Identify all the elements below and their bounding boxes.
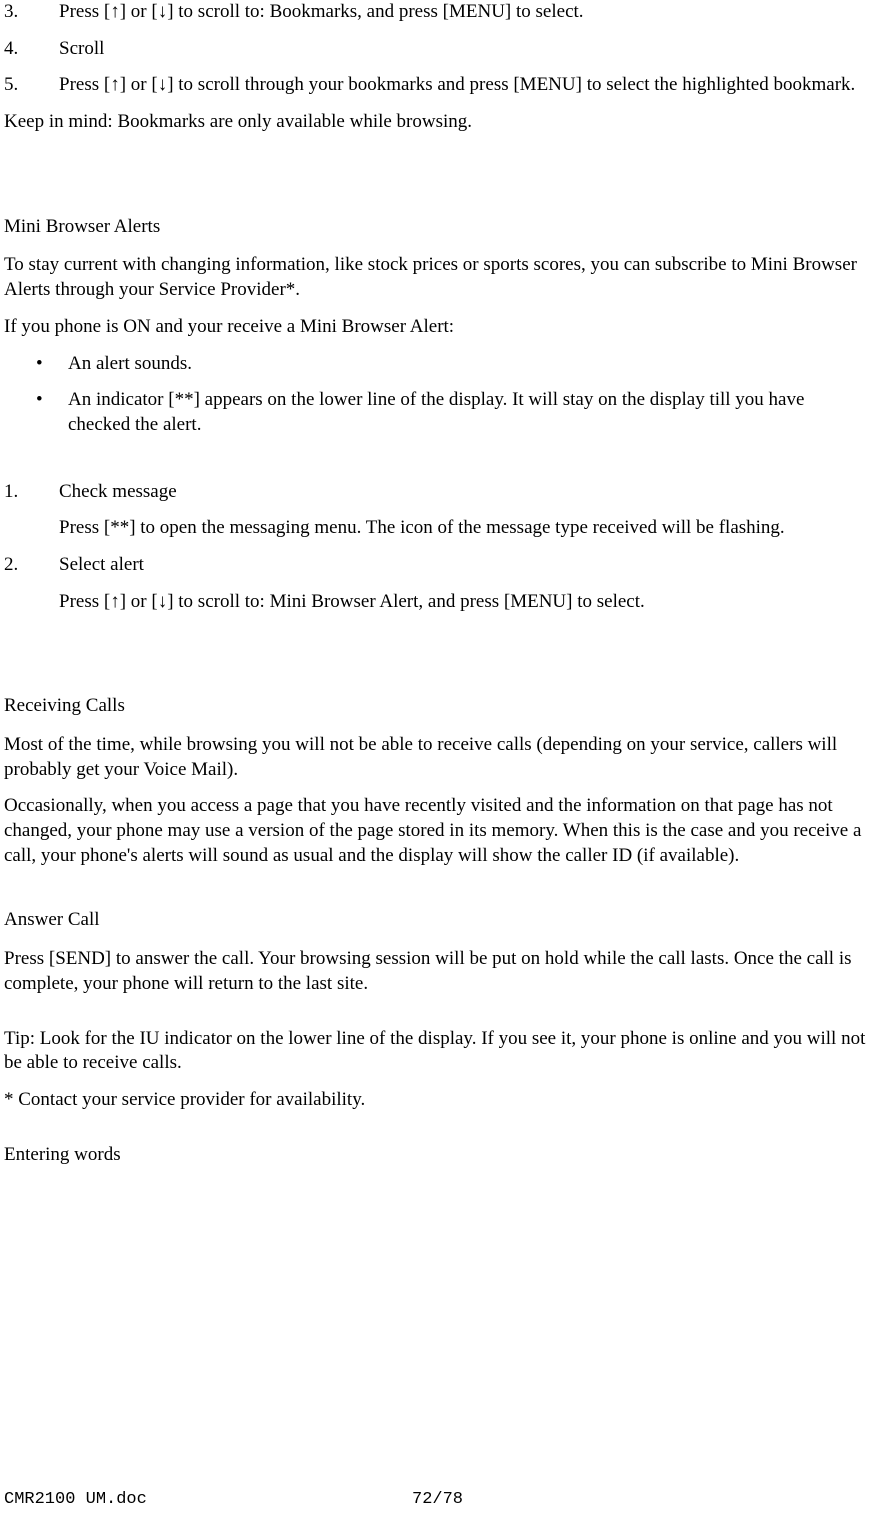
- list-item-check-2: 2. Select alert Press [↑] or [↓] to scro…: [4, 553, 871, 614]
- list-content: Press [↑] or [↓] to scroll to: Bookmarks…: [59, 0, 871, 25]
- bullet-icon: •: [36, 352, 68, 377]
- bullet-text: An indicator [**] appears on the lower l…: [68, 388, 871, 437]
- step-title: Select alert: [59, 553, 871, 578]
- tip-note: Tip: Look for the IU indicator on the lo…: [4, 1027, 871, 1076]
- list-item-3: 3. Press [↑] or [↓] to scroll to: Bookma…: [4, 0, 871, 25]
- list-item-5: 5. Press [↑] or [↓] to scroll through yo…: [4, 73, 871, 98]
- receiving-calls-heading: Receiving Calls: [4, 694, 871, 719]
- bullet-item: • An indicator [**] appears on the lower…: [36, 388, 871, 437]
- answer-call-heading: Answer Call: [4, 908, 871, 933]
- down-arrow-icon: ↓: [158, 591, 168, 612]
- list-number: 5.: [4, 73, 59, 98]
- receiving-p2: Occasionally, when you access a page tha…: [4, 794, 871, 868]
- bullet-text: An alert sounds.: [68, 352, 871, 377]
- up-arrow-icon: ↑: [110, 591, 120, 612]
- list-number: 4.: [4, 37, 59, 62]
- list-content: Check message Press [**] to open the mes…: [59, 480, 871, 541]
- up-arrow-icon: ↑: [110, 1, 120, 22]
- bullet-item: • An alert sounds.: [36, 352, 871, 377]
- list-content: Scroll: [59, 37, 871, 62]
- keep-in-mind-note: Keep in mind: Bookmarks are only availab…: [4, 110, 871, 135]
- mini-browser-p1: To stay current with changing informatio…: [4, 253, 871, 302]
- bullet-icon: •: [36, 388, 68, 437]
- step-body: Press [**] to open the messaging menu. T…: [59, 516, 871, 541]
- mini-browser-heading: Mini Browser Alerts: [4, 215, 871, 240]
- list-item-4: 4. Scroll: [4, 37, 871, 62]
- up-arrow-icon: ↑: [110, 74, 120, 95]
- down-arrow-icon: ↓: [158, 74, 168, 95]
- footnote: * Contact your service provider for avai…: [4, 1088, 871, 1113]
- list-number: 2.: [4, 553, 59, 614]
- page-footer: CMR2100 UM.doc 72/78: [4, 1489, 871, 1511]
- mini-browser-p2: If you phone is ON and your receive a Mi…: [4, 315, 871, 340]
- footer-filename: CMR2100 UM.doc: [4, 1489, 147, 1511]
- answer-p1: Press [SEND] to answer the call. Your br…: [4, 947, 871, 996]
- list-number: 1.: [4, 480, 59, 541]
- step-title: Check message: [59, 480, 871, 505]
- list-item-check-1: 1. Check message Press [**] to open the …: [4, 480, 871, 541]
- step-body: Press [↑] or [↓] to scroll to: Mini Brow…: [59, 590, 871, 615]
- list-content: Select alert Press [↑] or [↓] to scroll …: [59, 553, 871, 614]
- entering-words-heading: Entering words: [4, 1143, 871, 1168]
- list-number: 3.: [4, 0, 59, 25]
- footer-page-number: 72/78: [412, 1489, 463, 1511]
- list-content: Press [↑] or [↓] to scroll through your …: [59, 73, 871, 98]
- down-arrow-icon: ↓: [158, 1, 168, 22]
- receiving-p1: Most of the time, while browsing you wil…: [4, 733, 871, 782]
